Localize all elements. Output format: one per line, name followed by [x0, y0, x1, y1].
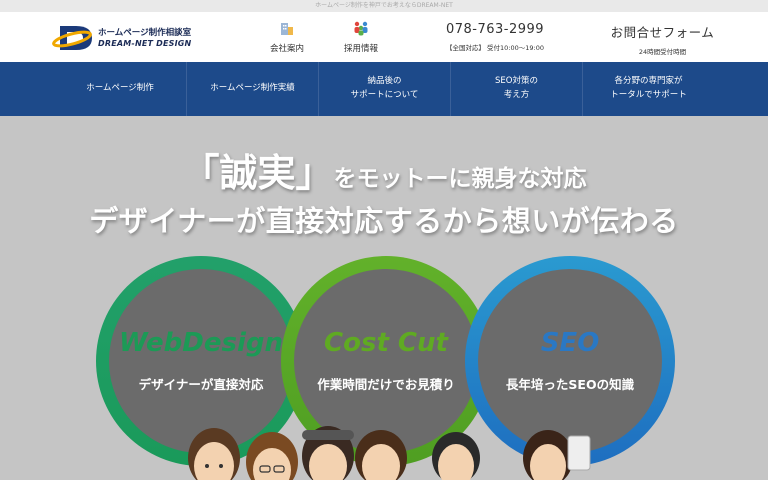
circle-webdesign-title: WebDesign: [119, 328, 283, 358]
circle-seo-title: SEO: [540, 328, 600, 358]
person-3: [302, 426, 354, 480]
nav-item-works[interactable]: ホームページ制作実績: [186, 62, 318, 116]
circle-seo-desc: 長年培ったSEOの知識: [505, 377, 635, 392]
building-icon: [281, 23, 293, 35]
nav-item-label: ホームページ制作実績: [210, 83, 295, 94]
circle-costcut-desc: 作業時間だけでお見積り: [317, 377, 455, 392]
company-label: 会社案内: [269, 44, 304, 54]
logo-name-en: DREAM-NET DESIGN: [98, 39, 192, 48]
nav-item-label: 各分野の専門家が トータルでサポート: [610, 76, 687, 100]
nav-item-label: 納品後の サポートについて: [350, 76, 419, 100]
recruit-label: 採用情報: [343, 44, 378, 54]
nav-item-seo[interactable]: SEO対策の 考え方: [450, 62, 582, 116]
nav-item-web-production[interactable]: ホームページ制作: [54, 62, 186, 116]
circle-webdesign-desc: デザイナーが直接対応: [138, 377, 264, 392]
phone-contact[interactable]: 078-763-2999 【全国対応】 受付10:00〜19:00: [440, 22, 550, 52]
logo-mark-icon: [52, 26, 92, 50]
header-tagline: ホームページ制作を神戸でお考えならDREAM-NET: [0, 0, 768, 12]
person-4: [355, 430, 407, 480]
recruit-link[interactable]: 採用情報: [331, 20, 391, 54]
company-link[interactable]: 会社案内: [257, 20, 317, 54]
main-nav: ホームページ制作 ホームページ制作実績 納品後の サポートについて SEO対策の…: [0, 62, 768, 116]
logo-name-jp: ホームページ制作相談室: [98, 28, 192, 38]
hero-headline-2: デザイナーが直接対応するから想いが伝わる: [89, 204, 679, 238]
hero-headline-1-rest: をモットーに親身な対応: [333, 166, 587, 192]
site-logo[interactable]: ホームページ制作相談室 DREAM-NET DESIGN: [52, 22, 212, 54]
team-illustration: [188, 426, 591, 480]
nav-item-experts[interactable]: 各分野の専門家が トータルでサポート: [582, 62, 714, 116]
hero-section: 「誠実」をモットーに親身な対応 デザイナーが直接対応するから想いが伝わる Web…: [0, 116, 768, 480]
person-1: [188, 428, 240, 480]
contact-form-sub: 24時間受付時間: [638, 48, 687, 56]
nav-item-support[interactable]: 納品後の サポートについて: [318, 62, 450, 116]
circle-costcut-title: Cost Cut: [324, 328, 448, 358]
hero-headline-1: 「誠実」をモットーに親身な対応: [0, 142, 768, 197]
nav-item-label: SEO対策の 考え方: [495, 76, 538, 100]
phone-number[interactable]: 078-763-2999: [440, 22, 550, 37]
people-icon: [354, 21, 368, 36]
person-2: [246, 432, 298, 480]
person-5: [432, 432, 480, 480]
site-header: ホームページ制作相談室 DREAM-NET DESIGN 会社案内 採用情報 0…: [0, 12, 768, 62]
person-6: [523, 430, 591, 480]
phone-hours: 【全国対応】 受付10:00〜19:00: [445, 44, 545, 52]
nav-item-label: ホームページ制作: [86, 83, 154, 94]
contact-form-label: お問合せフォーム: [610, 25, 715, 40]
contact-form-link[interactable]: お問合せフォーム 24時間受付時間: [600, 22, 725, 56]
hero-quote: 「誠実」: [181, 151, 334, 195]
